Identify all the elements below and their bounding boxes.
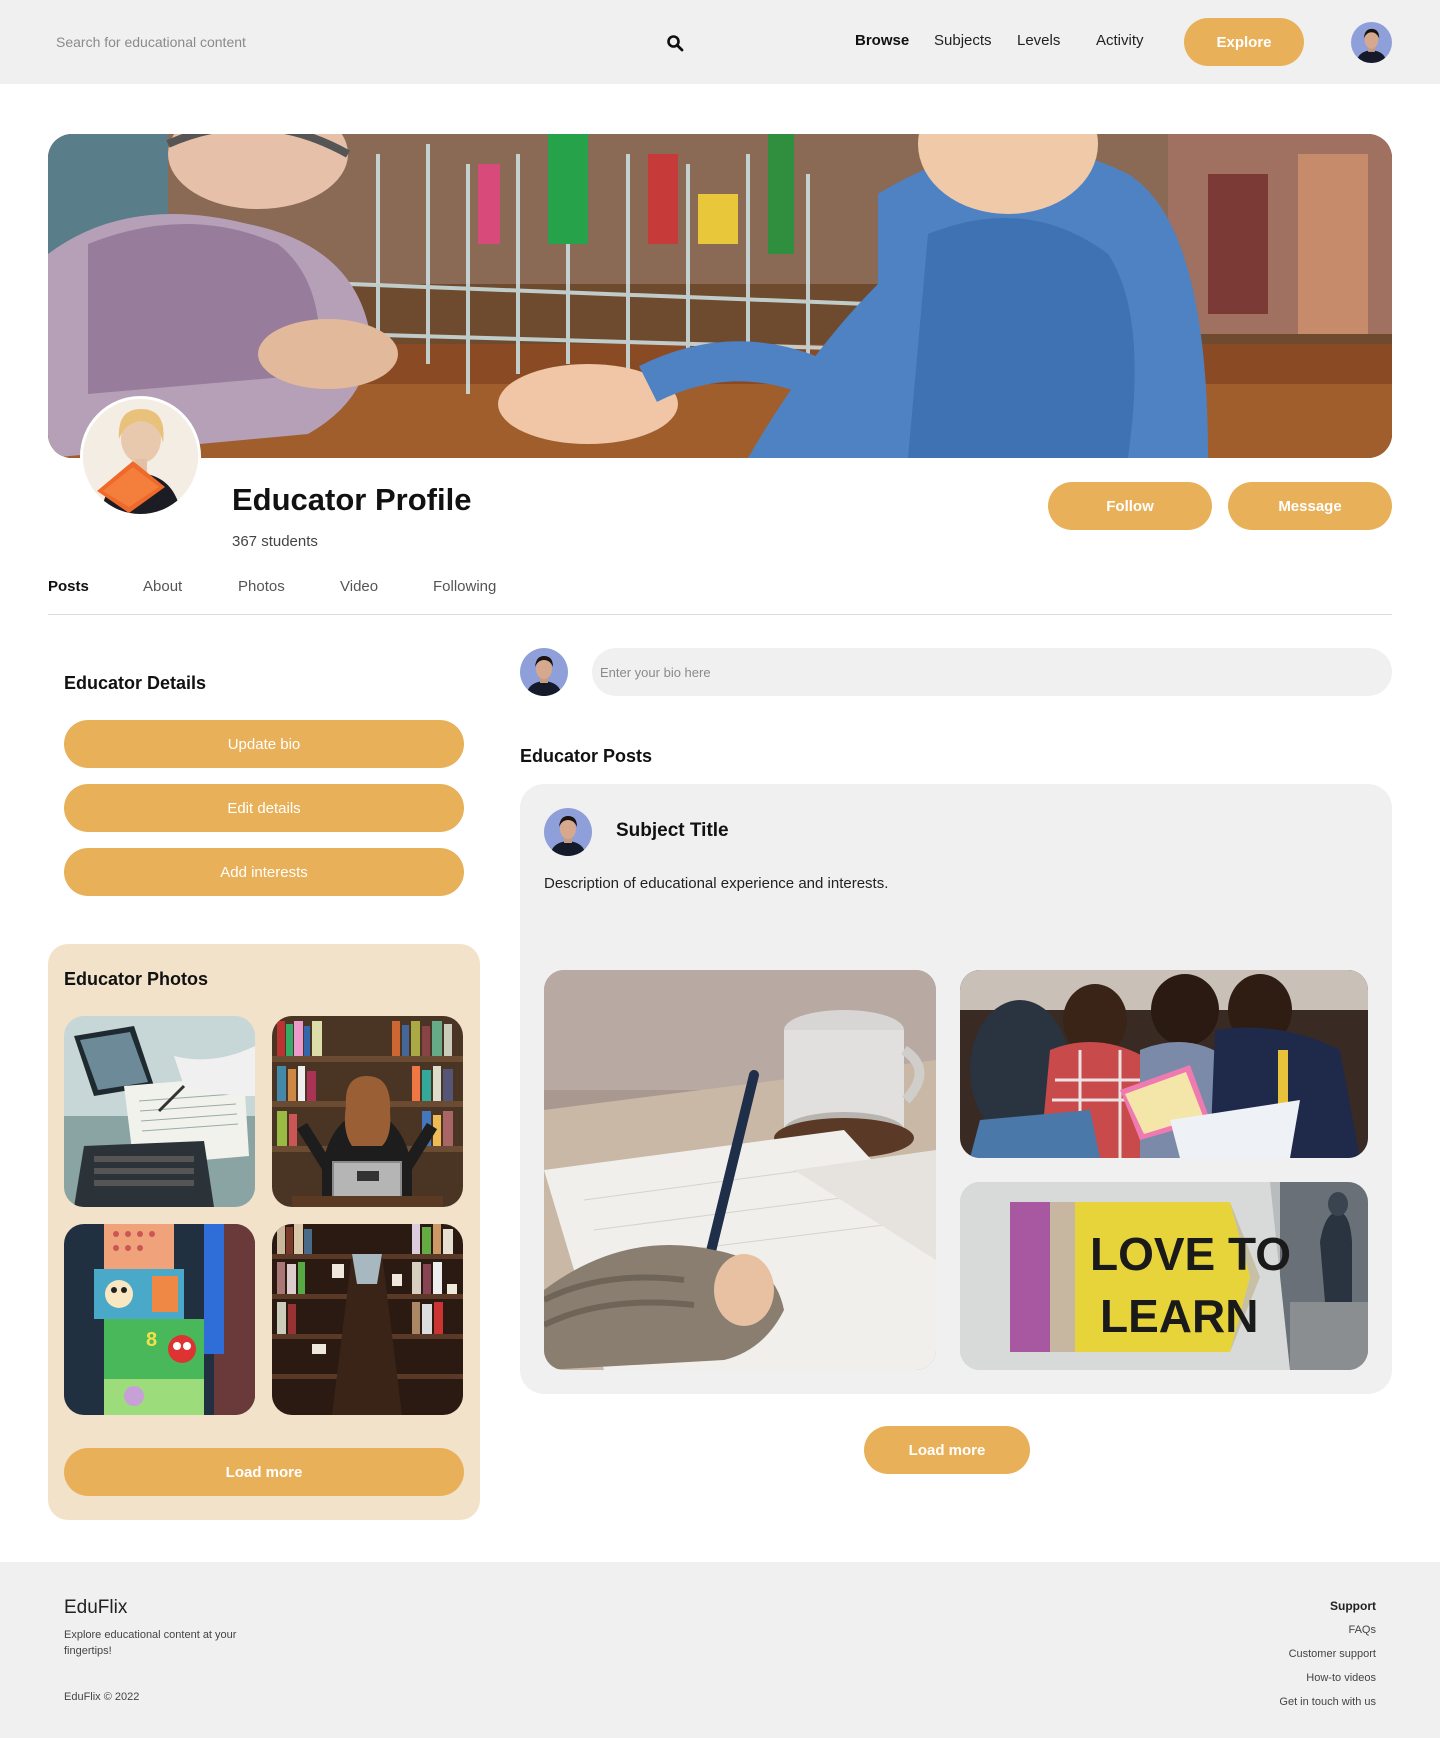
footer-link-how-to-videos[interactable]: How-to videos bbox=[1279, 1666, 1376, 1690]
profile-title: Educator Profile bbox=[232, 482, 472, 517]
footer-support-title: Support bbox=[1330, 1599, 1376, 1613]
top-navigation-bar: Browse Subjects Levels Activity Explore bbox=[0, 0, 1440, 84]
post-title: Subject Title bbox=[616, 820, 729, 841]
educator-details-title: Educator Details bbox=[64, 673, 207, 693]
post-author-avatar[interactable] bbox=[544, 808, 592, 856]
bio-avatar bbox=[520, 648, 568, 696]
post-description: Description of educational experience an… bbox=[544, 875, 889, 892]
footer-link-faqs[interactable]: FAQs bbox=[1279, 1618, 1376, 1642]
sign-line-2: LEARN bbox=[1100, 1290, 1258, 1342]
tab-following[interactable]: Following bbox=[433, 578, 496, 595]
edit-details-button[interactable]: Edit details bbox=[64, 784, 464, 832]
follow-button[interactable]: Follow bbox=[1048, 482, 1212, 530]
nav-subjects[interactable]: Subjects bbox=[934, 32, 992, 49]
footer-brand: EduFlix bbox=[64, 1597, 128, 1618]
tab-photos[interactable]: Photos bbox=[238, 578, 285, 595]
search-input[interactable] bbox=[40, 22, 640, 62]
footer-support-links: Support FAQs Customer support How-to vid… bbox=[1279, 1594, 1376, 1714]
bio-input[interactable] bbox=[592, 648, 1392, 696]
photos-load-more-button[interactable]: Load more bbox=[64, 1448, 464, 1496]
footer-tagline: Explore educational content at your fing… bbox=[64, 1629, 237, 1657]
search-icon[interactable] bbox=[662, 30, 688, 56]
nav-browse[interactable]: Browse bbox=[855, 32, 909, 49]
svg-text:8: 8 bbox=[146, 1329, 157, 1351]
sign-line-1: LOVE TO bbox=[1090, 1228, 1291, 1280]
footer-link-get-in-touch[interactable]: Get in touch with us bbox=[1279, 1690, 1376, 1714]
photo-library-stacks[interactable] bbox=[272, 1224, 463, 1415]
footer-link-customer-support[interactable]: Customer support bbox=[1279, 1642, 1376, 1666]
student-count: 367 students bbox=[232, 533, 318, 550]
update-bio-button[interactable]: Update bio bbox=[64, 720, 464, 768]
educator-posts-title: Educator Posts bbox=[520, 746, 653, 766]
post-image-students-reading[interactable] bbox=[960, 970, 1368, 1158]
add-interests-button[interactable]: Add interests bbox=[64, 848, 464, 896]
tab-posts[interactable]: Posts bbox=[48, 578, 89, 595]
message-button[interactable]: Message bbox=[1228, 482, 1392, 530]
photo-laptop-study[interactable] bbox=[64, 1016, 255, 1207]
photo-library-student[interactable] bbox=[272, 1016, 463, 1207]
tab-divider bbox=[48, 614, 1392, 615]
footer-copyright: EduFlix © 2022 bbox=[64, 1691, 140, 1703]
post-image-love-to-learn[interactable]: LOVE TO LEARN bbox=[960, 1182, 1368, 1370]
tab-video[interactable]: Video bbox=[340, 578, 378, 595]
nav-levels[interactable]: Levels bbox=[1017, 32, 1060, 49]
educator-photos-title: Educator Photos bbox=[64, 969, 209, 989]
post-image-writing[interactable] bbox=[544, 970, 936, 1370]
explore-button[interactable]: Explore bbox=[1184, 18, 1304, 66]
tab-about[interactable]: About bbox=[143, 578, 182, 595]
profile-avatar bbox=[80, 396, 201, 517]
nav-activity[interactable]: Activity bbox=[1096, 32, 1144, 49]
cover-photo bbox=[48, 134, 1392, 458]
posts-load-more-button[interactable]: Load more bbox=[864, 1426, 1030, 1474]
user-avatar[interactable] bbox=[1351, 22, 1392, 63]
photo-toy-blocks[interactable]: 8 bbox=[64, 1224, 255, 1415]
